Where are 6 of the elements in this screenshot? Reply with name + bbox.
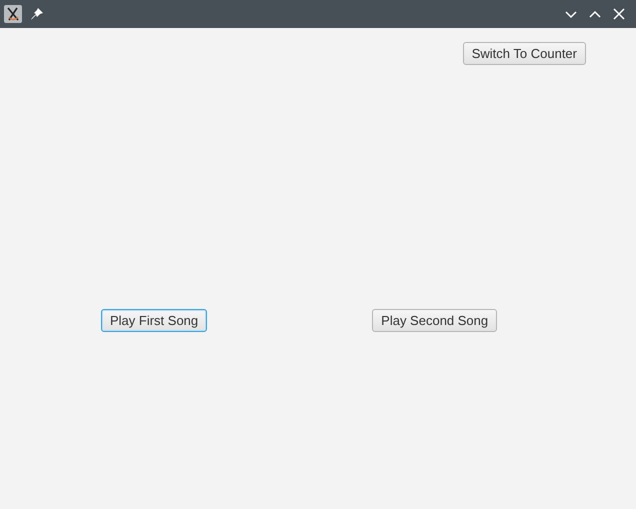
close-icon[interactable] [612,7,626,21]
app-icon [4,5,22,23]
play-button[interactable]: Play First Song [101,309,208,332]
switch-button[interactable]: Switch To Counter [462,42,586,65]
pin-icon[interactable] [30,7,44,21]
play-button[interactable]: Play Second Song [372,309,498,332]
